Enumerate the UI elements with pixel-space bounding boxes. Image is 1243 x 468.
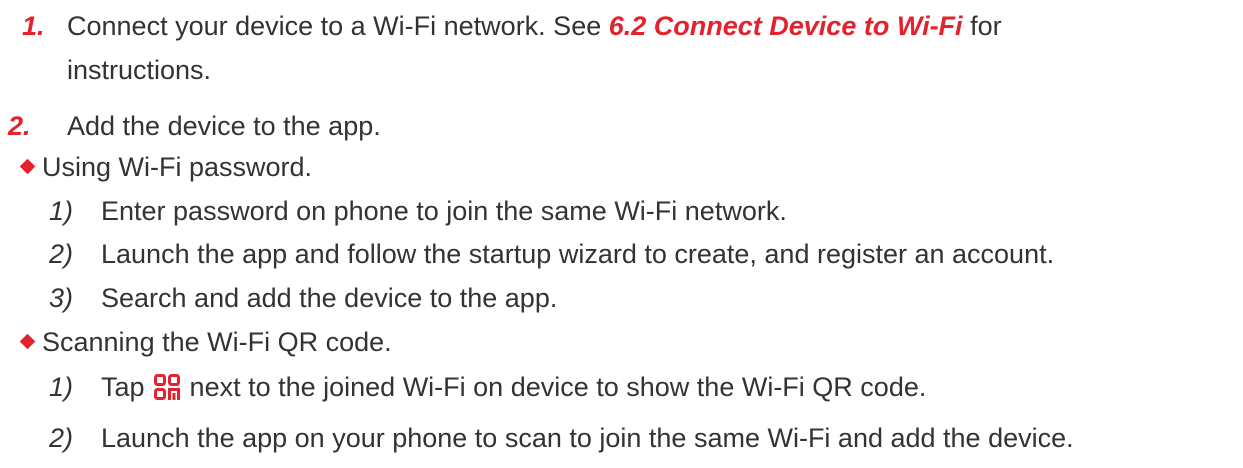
step-1-continuation: instructions.	[67, 55, 212, 85]
method-2-substep-1-text-after: next to the joined Wi-Fi on device to sh…	[182, 372, 927, 402]
method-2-substep-2-number: 2)	[49, 423, 74, 453]
method-1-title: Using Wi-Fi password.	[42, 152, 313, 182]
step-1-text-before: Connect your device to a Wi-Fi network. …	[67, 11, 609, 41]
method-2-substep-2-text: Launch the app on your phone to scan to …	[101, 423, 1074, 453]
method-2-title: Scanning the Wi-Fi QR code.	[42, 327, 392, 357]
method-1-substep-2-text: Launch the app and follow the startup wi…	[101, 239, 1055, 269]
bullet-diamond-icon	[19, 333, 36, 350]
method-1-substep-1-text: Enter password on phone to join the same…	[101, 196, 787, 226]
step-1-number: 1.	[22, 11, 45, 41]
method-2-substep-1-text-before: Tap	[101, 372, 153, 402]
section-reference-link[interactable]: 6.2 Connect Device to Wi-Fi	[609, 11, 963, 41]
step-2-text: Add the device to the app.	[67, 111, 381, 141]
method-2-substep-1-number: 1)	[49, 372, 74, 402]
step-2-number: 2.	[8, 111, 31, 141]
qr-code-icon	[154, 373, 181, 400]
step-1-text-after: for	[962, 11, 1002, 41]
method-1-substep-1-number: 1)	[49, 196, 74, 226]
method-1-substep-3-number: 3)	[49, 283, 74, 313]
instruction-document: 1. Connect your device to a Wi-Fi networ…	[0, 0, 1243, 468]
step-1-text: Connect your device to a Wi-Fi network. …	[67, 8, 1002, 44]
bullet-diamond-icon	[19, 158, 36, 175]
method-1-substep-3-text: Search and add the device to the app.	[101, 283, 558, 313]
method-2-substep-1-text: Tap next to the joined Wi-Fi on device t…	[101, 369, 926, 405]
method-1-substep-2-number: 2)	[49, 239, 74, 269]
